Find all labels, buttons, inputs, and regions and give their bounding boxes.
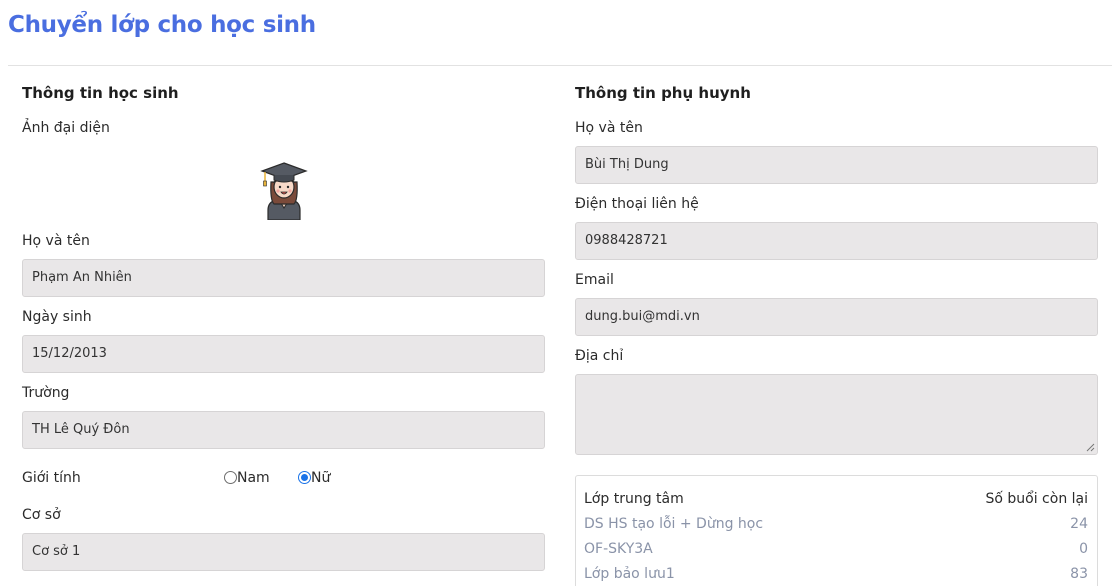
- student-section-title: Thông tin học sinh: [22, 84, 179, 102]
- class-row-name[interactable]: Lớp bảo lưu1: [584, 566, 675, 582]
- class-column-header: Lớp trung tâm: [584, 491, 684, 507]
- student-name-field[interactable]: Phạm An Nhiên: [22, 259, 545, 297]
- dob-field[interactable]: 15/12/2013: [22, 335, 545, 373]
- dob-label: Ngày sinh: [22, 309, 92, 325]
- phone-label: Điện thoại liên hệ: [575, 196, 699, 212]
- class-row-name[interactable]: OF-SKY3A: [584, 541, 653, 557]
- address-label: Địa chỉ: [575, 348, 624, 364]
- sessions-column-header: Số buổi còn lại: [985, 491, 1088, 507]
- parent-section-title: Thông tin phụ huynh: [575, 84, 751, 102]
- gender-radio-nu[interactable]: [298, 471, 311, 484]
- class-row-remaining: 24: [1070, 516, 1088, 532]
- gender-radio-nam-label: Nam: [237, 470, 270, 486]
- page-title: Chuyển lớp cho học sinh: [8, 12, 316, 38]
- class-row-remaining: 0: [1079, 541, 1088, 557]
- campus-label: Cơ sở: [22, 507, 61, 523]
- school-field[interactable]: TH Lê Quý Đôn: [22, 411, 545, 449]
- school-label: Trường: [22, 385, 70, 401]
- email-label: Email: [575, 272, 614, 288]
- email-field[interactable]: dung.bui@mdi.vn: [575, 298, 1098, 336]
- student-name-label: Họ và tên: [22, 233, 90, 249]
- resize-grip-icon[interactable]: [1086, 443, 1095, 452]
- gender-radio-nam[interactable]: [224, 471, 237, 484]
- gender-label: Giới tính: [22, 470, 81, 486]
- avatar-label: Ảnh đại diện: [22, 120, 110, 136]
- class-row-name[interactable]: DS HS tạo lỗi + Dừng học: [584, 516, 763, 532]
- header-divider: [8, 65, 1112, 66]
- gender-radio-nu-label: Nữ: [311, 470, 331, 486]
- parent-name-field[interactable]: Bùi Thị Dung: [575, 146, 1098, 184]
- campus-field[interactable]: Cơ sở 1: [22, 533, 545, 571]
- address-textarea[interactable]: [575, 374, 1098, 455]
- phone-field[interactable]: 0988428721: [575, 222, 1098, 260]
- class-list-box: Lớp trung tâm Số buổi còn lại DS HS tạo …: [575, 475, 1098, 586]
- graduate-avatar-icon[interactable]: [260, 160, 308, 220]
- parent-name-label: Họ và tên: [575, 120, 643, 136]
- class-row-remaining: 83: [1070, 566, 1088, 582]
